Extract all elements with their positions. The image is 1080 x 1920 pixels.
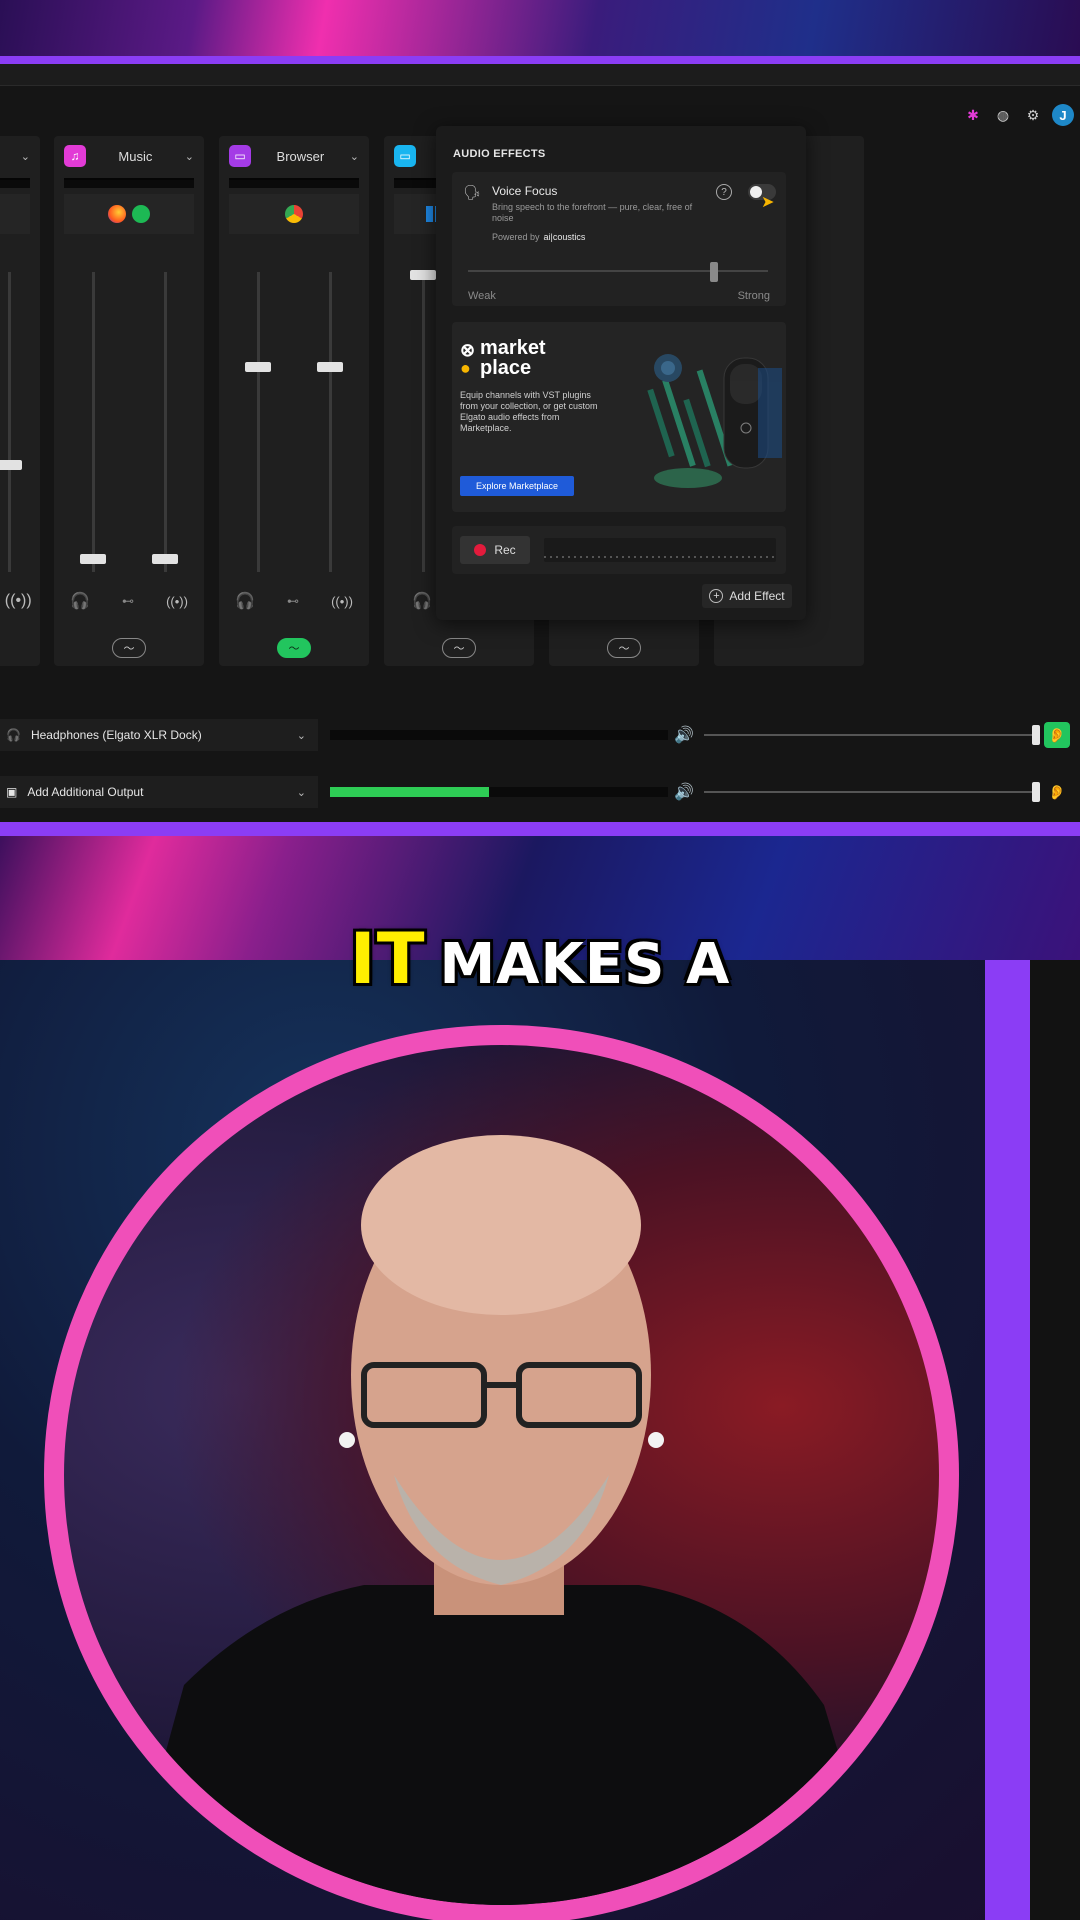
add-output-select[interactable]: ▣ Add Additional Output ⌄ (0, 776, 318, 808)
network-globe-icon[interactable]: ◍ (992, 104, 1014, 126)
chevron-down-icon: ⌄ (296, 786, 306, 799)
effects-button[interactable]: 〜 (112, 638, 146, 658)
headphones-icon: 🎧 (6, 728, 21, 742)
channel-apps (229, 194, 359, 234)
purple-frame-bottom (0, 822, 1080, 836)
broadcast-icon[interactable]: ((•)) (331, 594, 353, 609)
monitor-mix-fader[interactable] (410, 270, 436, 280)
purple-side-frame (985, 960, 1030, 1920)
effects-button[interactable]: 〜 (442, 638, 476, 658)
headphones-icon[interactable]: 🎧 (235, 591, 255, 611)
listen-monitor-icon[interactable]: 👂 (1044, 722, 1070, 748)
neon-background-top (0, 0, 1080, 62)
marketplace-logo: ⊗ market ● place (460, 337, 546, 379)
avatar[interactable]: J (1052, 104, 1074, 126)
output-volume-knob[interactable] (1032, 782, 1040, 802)
stream-mix-fader[interactable] (152, 554, 178, 564)
rec-button[interactable]: Rec (460, 536, 530, 564)
strength-slider-knob[interactable] (710, 262, 718, 282)
presenter-video (124, 1135, 884, 1905)
output-volume-slider[interactable] (704, 734, 1038, 736)
monitor-icon: ▭ (394, 145, 416, 167)
chrome-icon (285, 205, 303, 223)
chevron-down-icon[interactable]: ⌄ (21, 150, 30, 163)
spotify-icon (132, 205, 150, 223)
headphones-icon[interactable]: 🎧 (70, 591, 90, 611)
rec-row: Rec (452, 526, 786, 574)
channel-apps (64, 194, 194, 234)
headphones-icon[interactable]: 🎧 (412, 591, 432, 611)
speaker-icon[interactable]: 🔊 (674, 725, 694, 745)
channel-meter (0, 178, 30, 188)
strength-slider-track[interactable] (468, 270, 768, 272)
channel-meter (229, 178, 359, 188)
effects-button[interactable]: 〜 (607, 638, 641, 658)
effect-description: Bring speech to the forefront — pure, cl… (492, 202, 693, 223)
dark-side-panel (1030, 960, 1080, 1920)
output-row-additional: ▣ Add Additional Output ⌄ 🔊 👂 (0, 772, 1080, 812)
slider-max-label: Strong (737, 290, 770, 302)
recording-waveform (544, 538, 776, 562)
caption-highlight: IT (349, 918, 426, 1000)
stream-mix-fader[interactable] (317, 362, 343, 372)
marketplace-description: Equip channels with VST plugins from you… (460, 390, 598, 433)
audio-effects-panel: AUDIO EFFECTS 🗣 Voice Focus Bring speech… (436, 126, 806, 620)
firefox-icon (108, 205, 126, 223)
marketplace-promo: ⊗ market ● place Equip channels with VST… (452, 322, 786, 512)
explore-marketplace-button[interactable]: Explore Marketplace (460, 476, 574, 496)
output-device-select[interactable]: 🎧 Headphones (Elgato XLR Dock) ⌄ (0, 719, 318, 751)
effects-button-active[interactable]: 〜 (277, 638, 311, 658)
output-level-meter (330, 730, 668, 740)
record-dot-icon (474, 544, 487, 556)
voice-icon: 🗣 (463, 184, 481, 200)
plus-icon: + (709, 589, 724, 603)
output-level-meter (330, 787, 668, 797)
broadcast-icon[interactable]: ((•)) (166, 594, 188, 609)
chevron-down-icon[interactable]: ⌄ (185, 150, 194, 163)
marketplace-logo-mark: ● (460, 358, 471, 378)
chevron-down-icon: ⌄ (296, 729, 306, 742)
output-volume-slider[interactable] (704, 791, 1038, 793)
listen-monitor-icon[interactable]: 👂 (1044, 779, 1070, 805)
channel-name: Browser (276, 148, 325, 164)
browser-window-icon: ▭ (229, 145, 251, 167)
effect-name: Voice Focus (492, 184, 558, 198)
chevron-down-icon[interactable]: ⌄ (350, 150, 359, 163)
monitor-mix-fader[interactable] (80, 554, 106, 564)
help-icon[interactable]: ? (716, 184, 732, 200)
music-note-icon: ♫ (64, 145, 86, 167)
window-titlebar (0, 64, 1080, 86)
channel-strip-browser: ▭ Browser ⌄ 🎧 ⊷ ((•)) 〜 (219, 136, 369, 666)
purple-frame-top (0, 56, 1080, 64)
channel-name: Music (118, 148, 153, 164)
panel-title: AUDIO EFFECTS (453, 148, 546, 160)
video-caption: IT MAKES A (0, 918, 1080, 1000)
link-icon[interactable]: ⊷ (122, 594, 134, 608)
aicoustics-logo: ai|coustics (543, 232, 586, 242)
monitor-mix-fader[interactable] (245, 362, 271, 372)
toolbar: ✱ ◍ ⚙ J (962, 104, 1074, 126)
device-icon: ▣ (6, 785, 18, 799)
gear-icon[interactable]: ⚙ (1022, 104, 1044, 126)
webcam-circle (44, 1025, 959, 1920)
output-row-headphones: 🎧 Headphones (Elgato XLR Dock) ⌄ 🔊 👂 (0, 715, 1080, 755)
marketplace-icon[interactable]: ✱ (962, 104, 984, 126)
slider-min-label: Weak (468, 290, 496, 302)
caption-text: MAKES A (439, 932, 731, 997)
mouse-cursor-icon: ➤ (761, 194, 775, 211)
microphone-illustration (647, 354, 782, 488)
broadcast-icon[interactable]: ((•)) (5, 592, 32, 610)
speaker-icon[interactable]: 🔊 (674, 782, 694, 802)
channel-strip-music: ♫ Music ⌄ 🎧 ⊷ ((•)) 〜 (54, 136, 204, 666)
fader-knob[interactable] (0, 460, 22, 470)
voice-focus-card: 🗣 Voice Focus Bring speech to the forefr… (452, 172, 786, 306)
output-volume-knob[interactable] (1032, 725, 1040, 745)
link-icon[interactable]: ⊷ (287, 594, 299, 608)
channel-meter (64, 178, 194, 188)
add-effect-button[interactable]: + Add Effect (702, 584, 792, 608)
powered-by: Powered by ai|coustics (492, 232, 586, 242)
channel-strip-left-partial: ⌄ ((•)) (0, 136, 40, 666)
channel-apps (0, 194, 30, 234)
